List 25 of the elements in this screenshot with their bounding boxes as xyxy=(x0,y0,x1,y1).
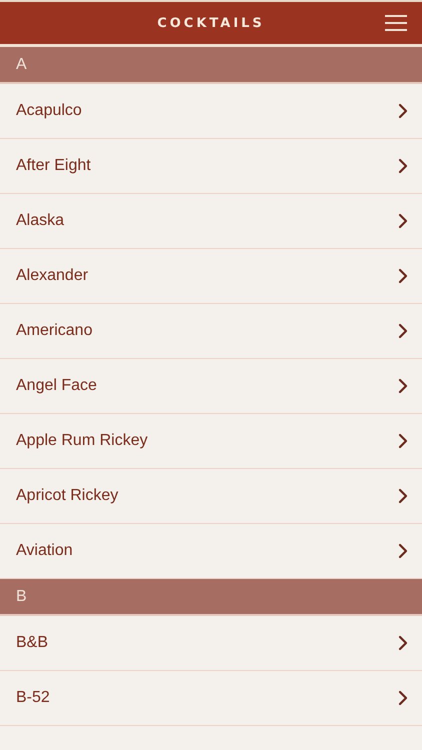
cocktail-row[interactable]: After Eight xyxy=(0,139,422,194)
section-letter: A xyxy=(16,56,27,74)
chevron-right-icon xyxy=(398,268,408,284)
chevron-right-icon xyxy=(398,323,408,339)
cocktail-row[interactable]: Apricot Rickey xyxy=(0,469,422,524)
chevron-right-icon xyxy=(398,635,408,651)
chevron-right-icon xyxy=(398,433,408,449)
chevron-right-icon xyxy=(398,158,408,174)
section-letter: B xyxy=(16,588,27,606)
cocktail-row[interactable]: Acapulco xyxy=(0,84,422,139)
cocktail-row[interactable]: B-52 xyxy=(0,671,422,726)
cocktail-row[interactable]: Alaska xyxy=(0,194,422,249)
menu-button[interactable] xyxy=(384,13,408,33)
cocktail-row[interactable]: B&B xyxy=(0,616,422,671)
chevron-right-icon xyxy=(398,488,408,504)
chevron-right-icon xyxy=(398,690,408,706)
cocktail-row[interactable]: Alexander xyxy=(0,249,422,304)
chevron-right-icon xyxy=(398,378,408,394)
cocktail-row[interactable]: Apple Rum Rickey xyxy=(0,414,422,469)
chevron-right-icon xyxy=(398,103,408,119)
cocktail-row[interactable]: Angel Face xyxy=(0,359,422,414)
cocktail-row[interactable]: Americano xyxy=(0,304,422,359)
chevron-right-icon xyxy=(398,213,408,229)
chevron-right-icon xyxy=(398,543,408,559)
page-title: COCKTAILS xyxy=(157,16,265,30)
